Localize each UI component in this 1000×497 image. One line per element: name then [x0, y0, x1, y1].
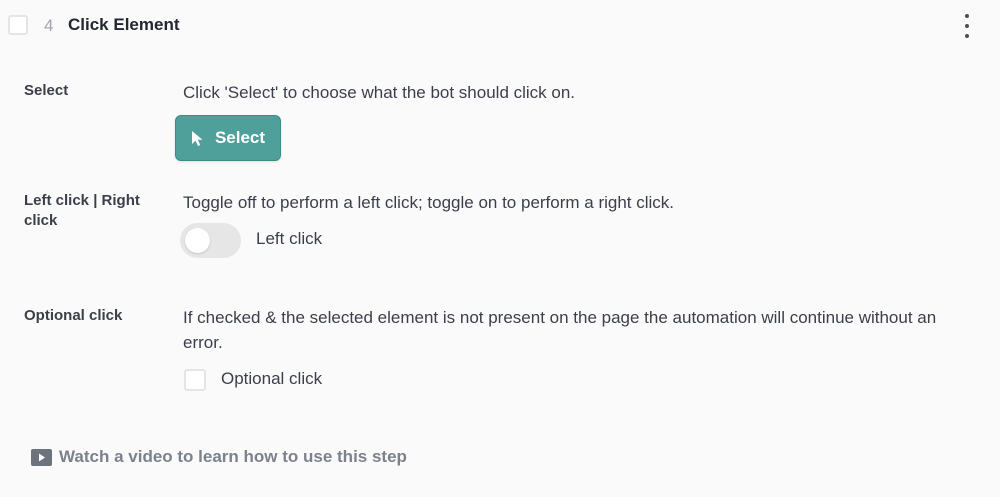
select-button-label: Select [214, 128, 266, 147]
step-select-checkbox[interactable] [8, 15, 28, 35]
optional-click-checkbox[interactable] [184, 369, 206, 391]
click-type-description: Toggle off to perform a left click; togg… [183, 193, 675, 212]
watch-video-link-label: Watch a video to learn how to use this s… [59, 447, 407, 466]
toggle-knob [185, 228, 210, 253]
toggle-label: Left click [256, 229, 323, 248]
optional-click-description: If checked & the selected element is not… [183, 308, 937, 352]
select-label: Select [24, 82, 69, 99]
click-type-toggle[interactable] [180, 223, 241, 258]
cursor-pointer-icon [191, 130, 203, 146]
kebab-menu-icon[interactable] [958, 14, 976, 38]
click-type-label: Left click | Right click [24, 192, 140, 229]
step-title: Click Element [68, 15, 180, 34]
optional-click-checkbox-label[interactable]: Optional click [221, 369, 322, 389]
watch-video-link[interactable]: Watch a video to learn how to use this s… [31, 447, 407, 467]
click-element-step-panel: 4 Click Element Select Click 'Select' to… [0, 0, 1000, 497]
video-play-icon [31, 448, 52, 466]
kebab-dot [965, 34, 969, 38]
step-number: 4 [44, 16, 54, 35]
select-button[interactable]: Select [175, 115, 281, 161]
optional-click-label: Optional click [24, 307, 123, 324]
select-description: Click 'Select' to choose what the bot sh… [183, 83, 576, 102]
kebab-dot [965, 24, 969, 28]
step-header: 4 Click Element [0, 0, 1000, 52]
kebab-dot [965, 14, 969, 18]
